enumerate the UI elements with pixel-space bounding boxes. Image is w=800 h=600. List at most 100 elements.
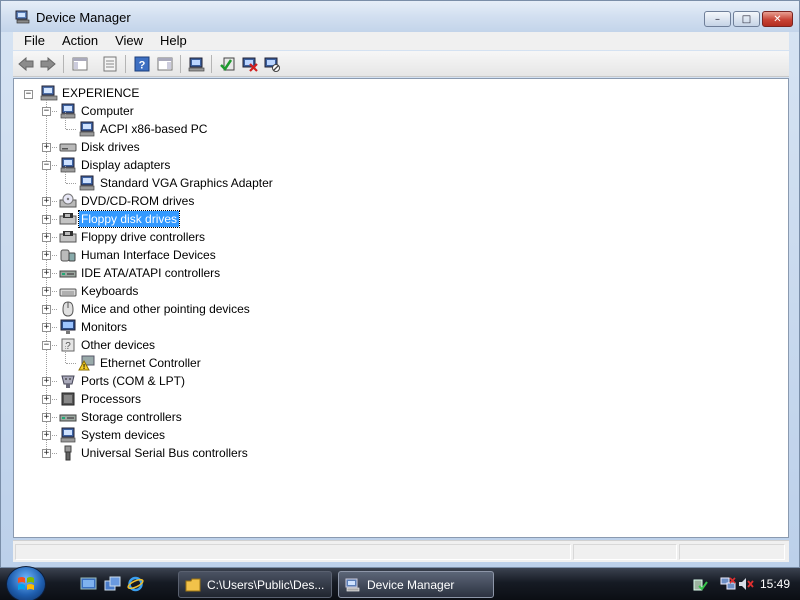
- svg-text:?: ?: [139, 60, 146, 72]
- tree-line: [66, 129, 76, 130]
- start-button[interactable]: [6, 566, 46, 600]
- taskbar-button-explorer-label: C:\Users\Public\Des...: [207, 577, 325, 592]
- clock[interactable]: 15:49: [760, 577, 790, 591]
- menu-action[interactable]: Action: [56, 32, 104, 50]
- display-adapter-icon: [60, 157, 76, 173]
- network-icon[interactable]: [720, 576, 736, 592]
- processor-icon: [61, 392, 75, 406]
- tree-category[interactable]: Storage controllers: [59, 408, 184, 426]
- tree-category[interactable]: Mice and other pointing devices: [59, 300, 252, 318]
- taskbar-button-device-manager[interactable]: Device Manager: [338, 571, 494, 598]
- tree-device[interactable]: ! Ethernet Controller: [78, 354, 203, 372]
- tree-category[interactable]: Universal Serial Bus controllers: [59, 444, 250, 462]
- tree-category[interactable]: Human Interface Devices: [59, 246, 218, 264]
- port-icon: [61, 375, 75, 388]
- tree-category[interactable]: Processors: [59, 390, 143, 408]
- tree-category[interactable]: Disk drives: [59, 138, 142, 156]
- tree-line: [65, 112, 66, 129]
- expander-expand[interactable]: +: [42, 215, 51, 224]
- internet-explorer-icon[interactable]: [127, 576, 144, 592]
- taskbar: C:\Users\Public\Des... Device Manager 15…: [0, 566, 800, 600]
- minimize-button[interactable]: –: [704, 11, 731, 27]
- switch-windows-icon[interactable]: [104, 576, 121, 592]
- device-tree[interactable]: − EXPERIENCE − Computer ACPI x86-based PC +…: [13, 78, 789, 538]
- expander-expand[interactable]: +: [42, 251, 51, 260]
- expander-expand[interactable]: +: [42, 143, 51, 152]
- expander-expand[interactable]: +: [42, 431, 51, 440]
- menu-view[interactable]: View: [109, 32, 149, 50]
- disable-button[interactable]: [263, 55, 281, 73]
- back-button[interactable]: [17, 55, 35, 73]
- device-manager-icon: [345, 578, 360, 591]
- tree-category[interactable]: Ports (COM & LPT): [59, 372, 187, 390]
- update-driver-button[interactable]: [219, 55, 237, 73]
- expander-expand[interactable]: +: [42, 305, 51, 314]
- tree-category[interactable]: Monitors: [59, 318, 129, 336]
- folder-icon: [185, 578, 201, 591]
- tree-category[interactable]: IDE ATA/ATAPI controllers: [59, 264, 222, 282]
- tree-device[interactable]: ACPI x86-based PC: [78, 120, 209, 138]
- tree-category-selected[interactable]: Floppy disk drives: [59, 210, 181, 228]
- title-bar[interactable]: Device Manager – □ ✕: [1, 1, 799, 32]
- tree-line: [65, 166, 66, 183]
- root-expander[interactable]: −: [24, 90, 33, 99]
- tree-category[interactable]: Keyboards: [59, 282, 140, 300]
- expander-expand[interactable]: +: [42, 287, 51, 296]
- expander-expand[interactable]: +: [42, 269, 51, 278]
- tree-category[interactable]: Display adapters: [59, 156, 172, 174]
- window-title: Device Manager: [36, 10, 131, 25]
- tree-node-label: Floppy drive controllers: [81, 230, 206, 244]
- menu-bar: File Action View Help: [13, 32, 789, 50]
- expander-expand[interactable]: +: [42, 395, 51, 404]
- uninstall-button[interactable]: [241, 55, 259, 73]
- storage-controller-icon: [59, 414, 77, 422]
- tree-root-label: EXPERIENCE: [62, 86, 140, 100]
- scan-hardware-button[interactable]: [188, 55, 206, 73]
- safely-remove-icon[interactable]: [692, 576, 708, 592]
- floppy-controller-icon: [59, 231, 77, 243]
- taskbar-button-explorer[interactable]: C:\Users\Public\Des...: [178, 571, 332, 598]
- tree-node-label: Computer: [81, 104, 134, 118]
- tree-category[interactable]: ? Other devices: [59, 336, 157, 354]
- expander-expand[interactable]: +: [42, 323, 51, 332]
- tree-category[interactable]: Computer: [59, 102, 136, 120]
- expander-collapse[interactable]: −: [42, 341, 51, 350]
- cdrom-icon: [59, 193, 77, 208]
- volume-muted-icon[interactable]: [738, 576, 754, 592]
- maximize-button[interactable]: □: [733, 11, 760, 27]
- close-button[interactable]: ✕: [762, 11, 793, 27]
- show-hide-action-pane-button[interactable]: [156, 55, 174, 73]
- tree-category[interactable]: System devices: [59, 426, 167, 444]
- expander-collapse[interactable]: −: [42, 107, 51, 116]
- maximize-icon: □: [741, 13, 752, 25]
- tree-node-label: System devices: [81, 428, 166, 442]
- help-icon: ?: [134, 56, 150, 72]
- forward-button[interactable]: [39, 55, 57, 73]
- menu-file[interactable]: File: [18, 32, 51, 50]
- tree-node-label: Monitors: [81, 320, 128, 334]
- tree-node-label: IDE ATA/ATAPI controllers: [81, 266, 221, 280]
- system-devices-icon: [60, 427, 76, 443]
- scan-hardware-icon: [188, 57, 205, 72]
- tree-node-label: ACPI x86-based PC: [100, 122, 208, 136]
- expander-collapse[interactable]: −: [42, 161, 51, 170]
- windows-logo-icon: [18, 577, 34, 590]
- help-button[interactable]: ?: [133, 55, 151, 73]
- tree-node-label: Storage controllers: [81, 410, 182, 424]
- tree-device[interactable]: Standard VGA Graphics Adapter: [78, 174, 275, 192]
- show-desktop-icon[interactable]: [80, 576, 97, 592]
- menu-help[interactable]: Help: [154, 32, 193, 50]
- properties-button[interactable]: [101, 55, 119, 73]
- expander-expand[interactable]: +: [42, 197, 51, 206]
- expander-expand[interactable]: +: [42, 413, 51, 422]
- expander-expand[interactable]: +: [42, 233, 51, 242]
- tree-category[interactable]: DVD/CD-ROM drives: [59, 192, 196, 210]
- expander-expand[interactable]: +: [42, 449, 51, 458]
- tree-node-label: Keyboards: [81, 284, 139, 298]
- expander-expand[interactable]: +: [42, 377, 51, 386]
- tree-root[interactable]: EXPERIENCE: [40, 84, 141, 102]
- tree-node-label: Display adapters: [81, 158, 171, 172]
- computer-icon: [60, 103, 76, 119]
- show-hide-console-tree-button[interactable]: [71, 55, 89, 73]
- tree-category[interactable]: Floppy drive controllers: [59, 228, 207, 246]
